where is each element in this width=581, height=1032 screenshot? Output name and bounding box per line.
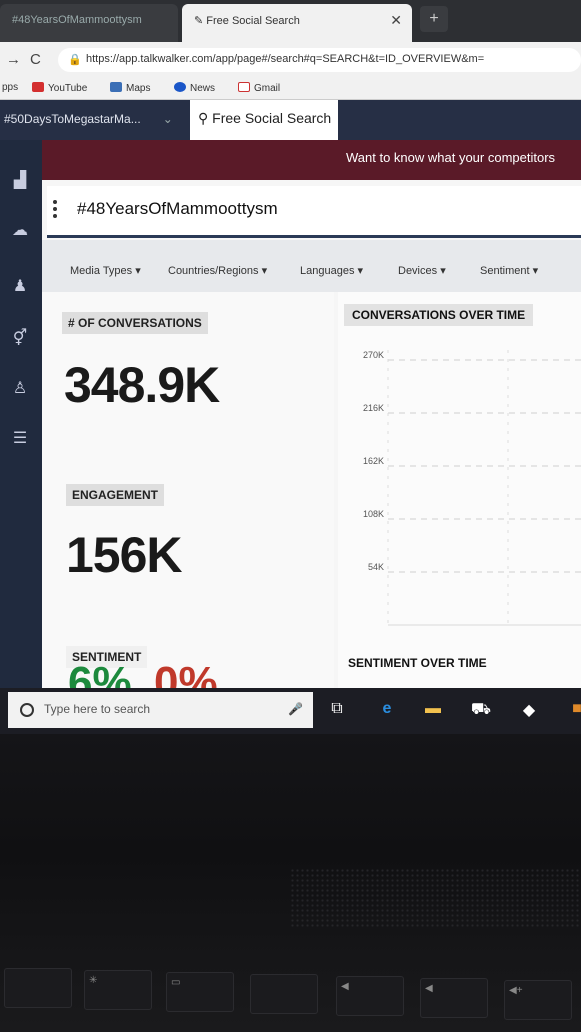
metrics-panel: # OF CONVERSATIONS 348.9K ENGAGEMENT 156…	[42, 292, 334, 688]
gmail-icon	[238, 82, 250, 92]
sentiment-chart-title: SENTIMENT OVER TIME	[348, 656, 487, 670]
browser-tab-bar: #48YearsOfMammoottysm ✎ Free Social Sear…	[0, 0, 581, 42]
filter-media-types[interactable]: Media Types ▾	[70, 264, 141, 277]
engagement-label: ENGAGEMENT	[66, 484, 165, 506]
caret-down-icon: ▾	[135, 265, 141, 277]
file-explorer-icon[interactable]: ▬	[422, 700, 444, 720]
engagement-value: 156K	[66, 527, 183, 583]
bookmark-gmail[interactable]: Gmail	[238, 82, 280, 94]
edge-icon[interactable]: e	[376, 700, 398, 720]
promo-text: Want to know what your competitors	[346, 150, 556, 165]
kebab-menu-icon[interactable]	[53, 200, 57, 221]
taskbar-search-placeholder: Type here to search	[44, 702, 151, 716]
browser-tab-label: Free Social Search	[206, 15, 300, 27]
y-tick-label: 54K	[368, 562, 384, 572]
key-f7: ◀	[420, 978, 488, 1018]
caret-down-icon: ▾	[532, 265, 539, 277]
sentiment-positive-value: 6%	[68, 658, 132, 688]
filter-countries[interactable]: Countries/Regions ▾	[168, 264, 267, 277]
chart-title: CONVERSATIONS OVER TIME	[344, 304, 534, 326]
browser-tab-label: #48YearsOfMammoottysm	[12, 14, 142, 26]
key-f2: ✳	[84, 970, 152, 1010]
demographics-icon[interactable]: ⚥	[8, 328, 32, 350]
free-social-search-tab[interactable]: ⚲ Free Social Search	[190, 100, 338, 140]
browser-tab[interactable]: #48YearsOfMammoottysm	[0, 4, 178, 42]
key-f3: ▭	[166, 972, 234, 1012]
bookmark-youtube[interactable]: YouTube	[32, 82, 87, 94]
task-view-icon[interactable]: ⧉	[326, 700, 348, 720]
back-icon[interactable]: →	[6, 51, 21, 68]
free-social-search-label: Free Social Search	[212, 110, 332, 126]
cortana-icon	[20, 703, 34, 717]
new-tab-button[interactable]: +	[420, 6, 448, 32]
project-tab-label: #50DaysToMegastarMa...	[4, 112, 141, 126]
close-tab-icon[interactable]: ✕	[390, 12, 402, 29]
bookmark-apps[interactable]: pps	[2, 82, 18, 93]
address-row: → C 🔒 https://app.talkwalker.com/app/pag…	[0, 42, 581, 76]
project-tab[interactable]: #50DaysToMegastarMa... ⌄	[0, 112, 173, 126]
chevron-down-icon[interactable]: ⌄	[163, 112, 173, 126]
filter-bar: Media Types ▾ Countries/Regions ▾ Langua…	[42, 240, 581, 292]
conversations-label: # OF CONVERSATIONS	[62, 312, 208, 334]
url-bar[interactable]: 🔒 https://app.talkwalker.com/app/page#/s…	[58, 48, 581, 72]
keyboard-row: ✳ ▭ ◀ ◀ ◀+	[0, 960, 581, 1032]
microphone-icon[interactable]: 🎤	[288, 702, 303, 716]
favicon-icon: ✎	[194, 15, 207, 27]
y-tick-label: 108K	[363, 509, 384, 519]
lock-icon: 🔒	[68, 54, 82, 66]
y-tick-label: 270K	[363, 350, 384, 360]
bookmark-news[interactable]: News	[174, 82, 215, 94]
search-icon: ⚲	[198, 110, 209, 126]
influencer-icon[interactable]: ♟	[8, 276, 32, 298]
app-icon[interactable]: ◆	[518, 700, 540, 720]
query-bar[interactable]: #48YearsOfMammoottysm	[47, 186, 581, 238]
bookmark-maps[interactable]: Maps	[110, 82, 150, 94]
pinned-app-icon[interactable]: ■	[566, 700, 581, 720]
app-sidebar: ▟ ☁ ♟ ⚥ ♙ ☰	[0, 140, 42, 688]
speaker-grille	[290, 868, 581, 928]
y-tick-label: 162K	[363, 456, 384, 466]
caret-down-icon: ▾	[261, 265, 268, 277]
query-text: #48YearsOfMammoottysm	[77, 199, 278, 218]
analytics-icon[interactable]: ▟	[8, 170, 32, 192]
key-f1	[4, 968, 72, 1008]
news-icon	[174, 82, 186, 92]
main-content: #48YearsOfMammoottysm Media Types ▾ Coun…	[42, 180, 581, 688]
caret-down-icon: ▾	[440, 265, 446, 277]
app-tab-bar: #50DaysToMegastarMa... ⌄ ⚲ Free Social Se…	[0, 100, 581, 140]
caret-down-icon: ▾	[357, 265, 364, 277]
key-f8: ◀+	[504, 980, 572, 1020]
y-tick-label: 216K	[363, 403, 384, 413]
taskbar-search[interactable]: Type here to search 🎤	[8, 692, 313, 728]
filter-sentiment[interactable]: Sentiment ▾	[480, 264, 538, 277]
filter-languages[interactable]: Languages ▾	[300, 264, 363, 277]
search-list-icon[interactable]: ☰	[8, 428, 32, 450]
key-f5	[250, 974, 318, 1014]
sentiment-negative-value: 0%	[154, 658, 218, 688]
reload-icon[interactable]: C	[30, 51, 41, 68]
key-f6: ◀	[336, 976, 404, 1016]
conversations-chart[interactable]: 270K 216K 162K 108K 54K 30 Jul	[338, 332, 581, 632]
promo-banner[interactable]: Want to know what your competitors	[40, 140, 581, 180]
url-text: https://app.talkwalker.com/app/page#/sea…	[86, 53, 485, 65]
youtube-icon	[32, 82, 44, 92]
x-tick-label: 30 Jul	[376, 631, 400, 632]
chart-panel: CONVERSATIONS OVER TIME 270K 216K 162K 108K…	[338, 292, 581, 688]
user-icon[interactable]: ♙	[8, 378, 32, 400]
filter-devices[interactable]: Devices ▾	[398, 264, 446, 277]
maps-icon	[110, 82, 122, 92]
store-icon[interactable]: ⛟	[470, 700, 492, 720]
conversations-value: 348.9K	[64, 357, 220, 413]
bookmarks-bar: pps YouTube Maps News Gmail	[0, 76, 581, 100]
browser-tab-active[interactable]: ✎ Free Social Search ✕	[182, 4, 412, 42]
brain-icon[interactable]: ☁	[8, 220, 32, 242]
windows-taskbar: Type here to search 🎤 ⧉ e ▬ ⛟ ◆ ■	[0, 688, 581, 734]
